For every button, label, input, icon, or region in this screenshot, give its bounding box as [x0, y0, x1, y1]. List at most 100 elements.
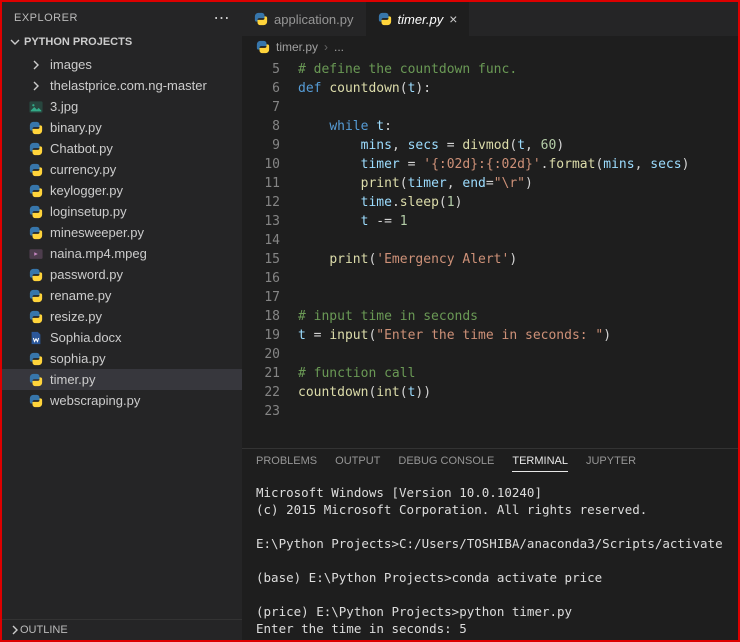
file-item[interactable]: resize.py [2, 306, 242, 327]
file-item[interactable]: timer.py [2, 369, 242, 390]
file-item[interactable]: thelastprice.com.ng-master [2, 75, 242, 96]
file-item[interactable]: rename.py [2, 285, 242, 306]
file-label: webscraping.py [50, 393, 140, 408]
code-line[interactable]: countdown(int(t)) [298, 383, 738, 402]
breadcrumb-sep: › [324, 40, 328, 54]
tab-label: application.py [274, 12, 354, 27]
code-line[interactable]: # define the countdown func. [298, 60, 738, 79]
outline-title: OUTLINE [20, 624, 68, 636]
outline-header[interactable]: OUTLINE [2, 619, 242, 640]
close-icon[interactable]: × [449, 11, 457, 27]
py-file-icon [28, 183, 44, 199]
py-file-icon [28, 120, 44, 136]
py-file-icon [28, 141, 44, 157]
sidebar: EXPLORER ⋯ PYTHON PROJECTS images thelast… [2, 2, 242, 640]
code-line[interactable]: def countdown(t): [298, 79, 738, 98]
file-tree: images thelastprice.com.ng-master 3.jpg bin… [2, 52, 242, 619]
image-file-icon [28, 99, 44, 115]
breadcrumbs[interactable]: timer.py › ... [242, 36, 738, 58]
code-line[interactable]: time.sleep(1) [298, 193, 738, 212]
python-icon [378, 12, 392, 26]
project-name: PYTHON PROJECTS [24, 36, 132, 48]
editor-tabs: application.py timer.py × [242, 2, 738, 36]
file-label: resize.py [50, 309, 102, 324]
py-file-icon [28, 372, 44, 388]
py-file-icon [28, 162, 44, 178]
code-line[interactable]: # input time in seconds [298, 307, 738, 326]
file-item[interactable]: keylogger.py [2, 180, 242, 201]
code-line[interactable]: t -= 1 [298, 212, 738, 231]
panel-tab-debug-console[interactable]: DEBUG CONSOLE [398, 455, 494, 472]
file-label: minesweeper.py [50, 225, 144, 240]
explorer-more-icon[interactable]: ⋯ [214, 8, 231, 28]
code-line[interactable] [298, 269, 738, 288]
file-item[interactable]: sophia.py [2, 348, 242, 369]
folder-icon [28, 78, 44, 94]
code-line[interactable] [298, 345, 738, 364]
file-item[interactable]: currency.py [2, 159, 242, 180]
explorer-header: EXPLORER ⋯ [2, 2, 242, 32]
code-line[interactable] [298, 231, 738, 250]
editor-tab[interactable]: application.py [242, 2, 366, 36]
code-editor[interactable]: 567891011121314151617181920212223 # defi… [242, 58, 738, 448]
py-file-icon [28, 288, 44, 304]
folder-icon [28, 57, 44, 73]
py-file-icon [28, 393, 44, 409]
editor-tab[interactable]: timer.py × [366, 2, 470, 36]
code-line[interactable] [298, 288, 738, 307]
panel-tab-jupyter[interactable]: JUPYTER [586, 455, 636, 472]
file-label: naina.mp4.mpeg [50, 246, 147, 261]
breadcrumb-more[interactable]: ... [334, 40, 344, 54]
code-line[interactable]: timer = '{:02d}:{:02d}'.format(mins, sec… [298, 155, 738, 174]
py-file-icon [28, 267, 44, 283]
py-file-icon [28, 204, 44, 220]
panel-tab-problems[interactable]: PROBLEMS [256, 455, 317, 472]
file-item[interactable]: images [2, 54, 242, 75]
code-line[interactable]: mins, secs = divmod(t, 60) [298, 136, 738, 155]
project-header[interactable]: PYTHON PROJECTS [2, 32, 242, 52]
file-item[interactable]: password.py [2, 264, 242, 285]
file-label: loginsetup.py [50, 204, 127, 219]
file-label: binary.py [50, 120, 102, 135]
chevron-down-icon [10, 37, 20, 47]
breadcrumb-file[interactable]: timer.py [276, 40, 318, 54]
file-label: password.py [50, 267, 123, 282]
bottom-panel: PROBLEMS OUTPUT DEBUG CONSOLE TERMINAL JUPYT… [242, 448, 738, 640]
code-line[interactable] [298, 402, 738, 421]
file-item[interactable]: Sophia.docx [2, 327, 242, 348]
terminal-output[interactable]: Microsoft Windows [Version 10.0.10240] (… [242, 478, 738, 640]
file-label: Sophia.docx [50, 330, 122, 345]
doc-file-icon [28, 330, 44, 346]
code-line[interactable]: print(timer, end="\r") [298, 174, 738, 193]
file-item[interactable]: Chatbot.py [2, 138, 242, 159]
code-line[interactable]: print('Emergency Alert') [298, 250, 738, 269]
py-file-icon [28, 309, 44, 325]
panel-tab-terminal[interactable]: TERMINAL [512, 455, 568, 472]
code-line[interactable]: while t: [298, 117, 738, 136]
code-line[interactable] [298, 98, 738, 117]
code-area[interactable]: # define the countdown func.def countdow… [298, 58, 738, 448]
tab-label: timer.py [398, 12, 444, 27]
code-line[interactable]: # function call [298, 364, 738, 383]
media-file-icon [28, 246, 44, 262]
line-gutter: 567891011121314151617181920212223 [242, 58, 298, 448]
chevron-right-icon [10, 625, 20, 635]
explorer-title: EXPLORER [14, 12, 78, 24]
file-item[interactable]: binary.py [2, 117, 242, 138]
file-label: rename.py [50, 288, 111, 303]
file-item[interactable]: loginsetup.py [2, 201, 242, 222]
panel-tab-output[interactable]: OUTPUT [335, 455, 380, 472]
python-icon [256, 40, 270, 54]
py-file-icon [28, 351, 44, 367]
file-item[interactable]: webscraping.py [2, 390, 242, 411]
python-icon [254, 12, 268, 26]
file-item[interactable]: minesweeper.py [2, 222, 242, 243]
file-label: images [50, 57, 92, 72]
file-label: keylogger.py [50, 183, 123, 198]
py-file-icon [28, 225, 44, 241]
file-label: 3.jpg [50, 99, 78, 114]
file-item[interactable]: 3.jpg [2, 96, 242, 117]
code-line[interactable]: t = input("Enter the time in seconds: ") [298, 326, 738, 345]
file-item[interactable]: naina.mp4.mpeg [2, 243, 242, 264]
file-label: currency.py [50, 162, 116, 177]
